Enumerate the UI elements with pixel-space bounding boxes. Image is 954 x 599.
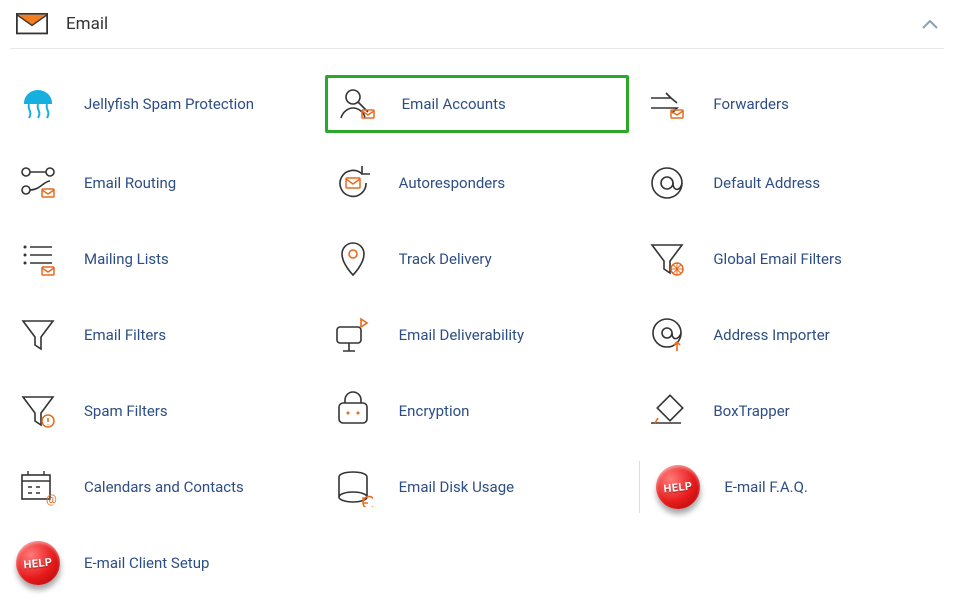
track-delivery-icon [325,235,381,283]
jellyfish-icon [10,80,66,128]
item-label: Email Accounts [402,95,506,113]
svg-text:@: @ [46,492,57,506]
item-global-filters[interactable]: Global Email Filters [639,233,944,285]
item-label: Spam Filters [84,402,168,420]
item-label: Forwarders [713,95,789,113]
item-autoresponders[interactable]: Autoresponders [325,157,630,209]
default-address-icon [639,159,695,207]
item-encryption[interactable]: Encryption [325,385,630,437]
item-email-filters[interactable]: Email Filters [10,309,315,361]
calendars-icon: @ [10,463,66,511]
global-filters-icon [639,235,695,283]
item-label: Track Delivery [399,250,492,268]
email-filters-icon [10,311,66,359]
item-client-setup[interactable]: HELP E-mail Client Setup [10,537,315,589]
item-label: Email Deliverability [399,326,524,344]
item-label: Default Address [713,174,820,192]
spam-filters-icon [10,387,66,435]
item-spam-filters[interactable]: Spam Filters [10,385,315,437]
email-routing-icon [10,159,66,207]
item-faq[interactable]: HELP E-mail F.A.Q. [639,461,944,513]
forwarders-icon [639,80,695,128]
disk-usage-icon [325,463,381,511]
item-jellyfish[interactable]: Jellyfish Spam Protection [10,75,315,133]
item-track-delivery[interactable]: Track Delivery [325,233,630,285]
item-label: Email Filters [84,326,166,344]
item-label: Mailing Lists [84,250,169,268]
email-icon [16,12,48,36]
item-forwarders[interactable]: Forwarders [639,75,944,133]
item-label: Calendars and Contacts [84,478,244,496]
item-label: E-mail F.A.Q. [724,478,808,496]
help-icon: HELP [650,463,706,511]
chevron-up-icon [922,15,938,34]
email-deliverability-icon [325,311,381,359]
item-mailing-lists[interactable]: Mailing Lists [10,233,315,285]
item-label: Autoresponders [399,174,505,192]
email-accounts-icon [328,80,384,128]
address-importer-icon [639,311,695,359]
item-label: Email Routing [84,174,176,192]
item-calendars[interactable]: @ Calendars and Contacts [10,461,315,513]
item-default-address[interactable]: Default Address [639,157,944,209]
item-label: E-mail Client Setup [84,554,209,572]
item-email-routing[interactable]: Email Routing [10,157,315,209]
autoresponders-icon [325,159,381,207]
item-label: Global Email Filters [713,250,842,268]
item-email-deliverability[interactable]: Email Deliverability [325,309,630,361]
item-disk-usage[interactable]: Email Disk Usage [325,461,630,513]
panel-title: Email [66,14,922,34]
item-label: Email Disk Usage [399,478,514,496]
help-icon: HELP [10,539,66,587]
item-address-importer[interactable]: Address Importer [639,309,944,361]
boxtrapper-icon [639,387,695,435]
item-label: Address Importer [713,326,829,344]
item-label: BoxTrapper [713,402,789,420]
encryption-icon [325,387,381,435]
item-email-accounts[interactable]: Email Accounts [325,75,630,133]
item-label: Encryption [399,402,470,420]
panel-header-email[interactable]: Email [10,0,944,49]
item-boxtrapper[interactable]: BoxTrapper [639,385,944,437]
email-tools-grid: Jellyfish Spam Protection Email Accounts [10,49,944,599]
mailing-lists-icon [10,235,66,283]
item-label: Jellyfish Spam Protection [84,95,254,113]
